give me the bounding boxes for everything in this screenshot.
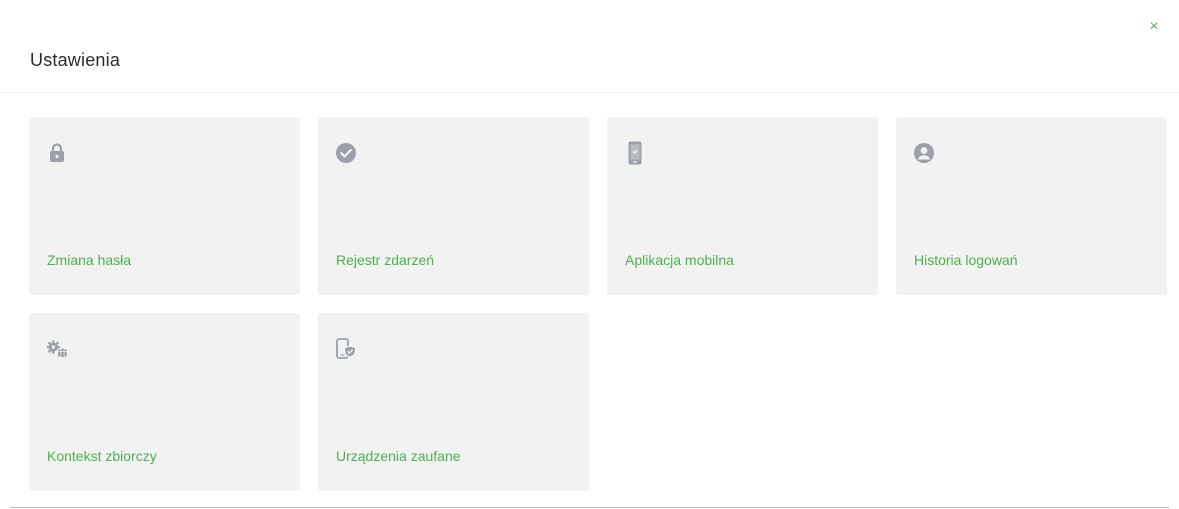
lock-icon: [46, 142, 68, 164]
trusted-device-icon: [335, 338, 357, 360]
tile-label: Rejestr zdarzeń: [336, 252, 435, 268]
tile-label: Aplikacja mobilna: [625, 252, 734, 268]
tile-label: Historia logowań: [914, 252, 1018, 268]
tile-login-history[interactable]: Historia logowań: [896, 117, 1167, 295]
tile-label: Kontekst zbiorczy: [47, 448, 157, 464]
dialog-header: Ustawienia: [0, 0, 1179, 93]
dialog-bottom-divider: [10, 507, 1169, 508]
dialog-title: Ustawienia: [30, 50, 121, 70]
tile-trusted-devices[interactable]: Urządzenia zaufane: [318, 313, 589, 491]
tile-change-password[interactable]: Zmiana hasła: [29, 117, 300, 295]
user-circle-icon: [913, 142, 935, 164]
settings-tiles: Zmiana hasła Rejestr zdarzeń Aplikacja m…: [29, 117, 1167, 491]
settings-dialog: Ustawienia × Zmiana hasła Rejestr zdarze…: [0, 0, 1179, 509]
tile-mobile-app[interactable]: Aplikacja mobilna: [607, 117, 878, 295]
tile-label: Zmiana hasła: [47, 252, 132, 268]
close-icon: ×: [1149, 18, 1159, 35]
check-circle-icon: [335, 142, 357, 164]
tile-collective-context[interactable]: Kontekst zbiorczy: [29, 313, 300, 491]
gear-group-icon: [46, 338, 68, 360]
close-button[interactable]: ×: [1145, 18, 1163, 36]
tile-label: Urządzenia zaufane: [336, 448, 461, 464]
mobile-phone-icon: [624, 141, 646, 165]
tile-event-log[interactable]: Rejestr zdarzeń: [318, 117, 589, 295]
